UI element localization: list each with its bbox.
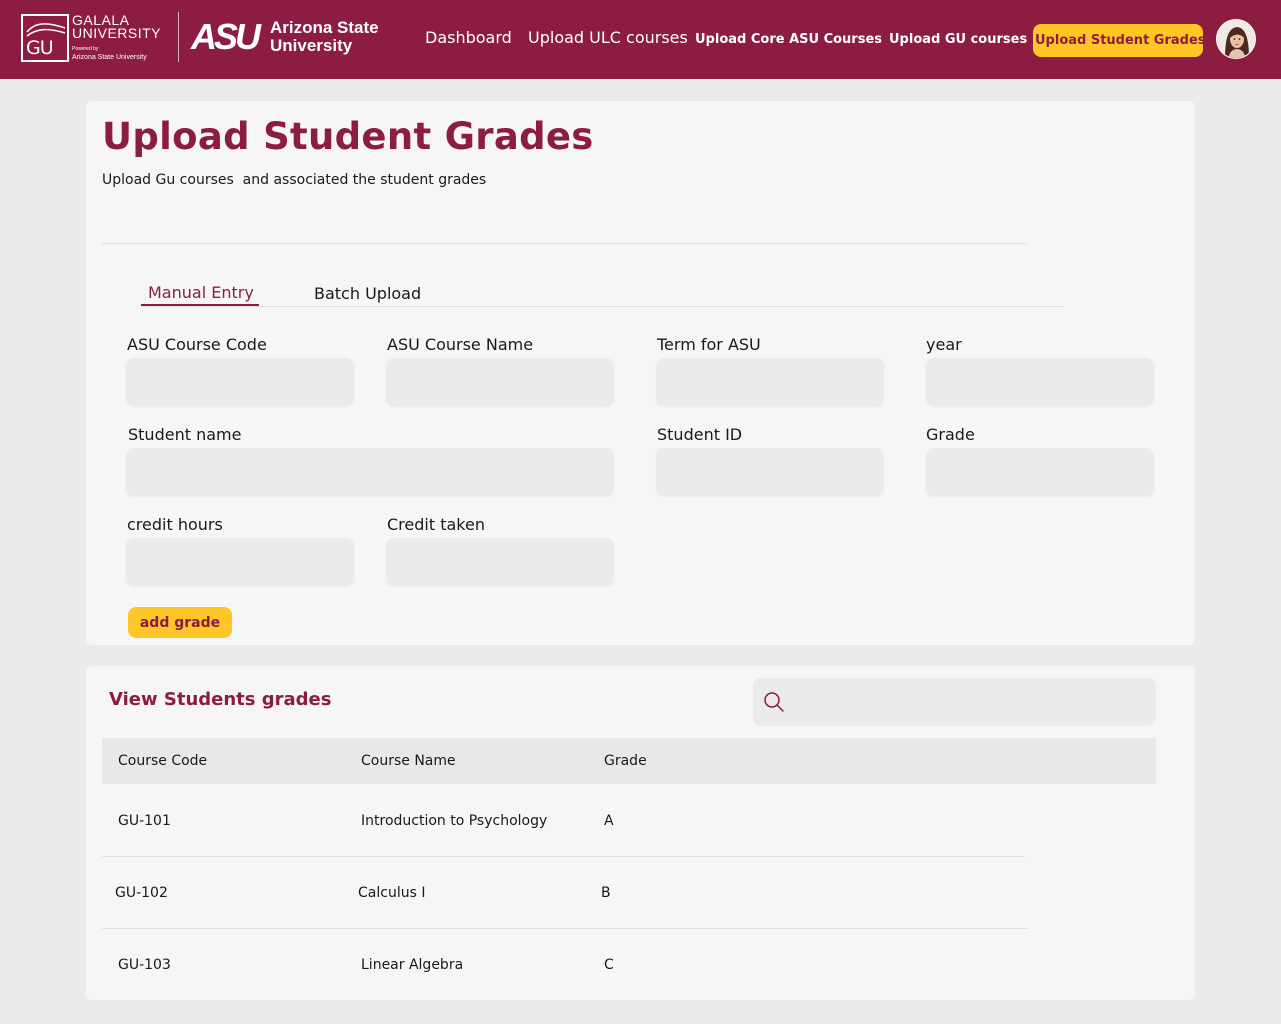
student-id-label: Student ID — [657, 425, 743, 444]
cell-course-code: GU-101 — [118, 813, 171, 829]
asu-mark: ASU — [191, 16, 261, 57]
student-name-label: Student name — [128, 425, 242, 444]
tabs-divider — [141, 306, 1063, 307]
tab-manual-entry[interactable]: Manual Entry — [148, 283, 254, 302]
asu-name-line1: Arizona State — [270, 18, 379, 37]
asu-course-code-label: ASU Course Code — [127, 335, 267, 354]
credit-hours-label: credit hours — [127, 515, 223, 534]
column-header-course-name[interactable]: Course Name — [361, 753, 456, 769]
add-grade-button[interactable]: add grade — [128, 607, 232, 638]
upload-grades-card: Upload Student Grades Upload Gu courses … — [86, 101, 1195, 645]
column-header-grade[interactable]: Grade — [604, 753, 647, 769]
grades-table-header: Course Code Course Name Grade — [102, 738, 1156, 784]
student-id-input[interactable] — [656, 448, 884, 496]
year-label: year — [926, 335, 962, 354]
search-icon[interactable] — [763, 691, 785, 713]
cell-grade: C — [604, 957, 614, 973]
user-avatar[interactable] — [1216, 19, 1256, 59]
credit-taken-input[interactable] — [386, 538, 614, 586]
credit-hours-input[interactable] — [126, 538, 354, 586]
grade-input[interactable] — [926, 448, 1154, 496]
grades-search-input[interactable] — [793, 678, 1148, 726]
page-subtitle: Upload Gu courses and associated the stu… — [102, 172, 487, 188]
page-title: Upload Student Grades — [102, 115, 594, 158]
year-input[interactable] — [926, 358, 1154, 406]
cell-course-name: Calculus I — [358, 885, 426, 901]
row-divider — [102, 856, 1025, 857]
cell-course-code: GU-102 — [115, 885, 168, 901]
nav-dashboard[interactable]: Dashboard — [425, 28, 512, 47]
cell-grade: B — [601, 885, 611, 901]
asu-course-name-label: ASU Course Name — [387, 335, 534, 354]
asu-name-line2: University — [270, 36, 353, 55]
galala-university-logo[interactable]: GU GALALA UNIVERSITY Powered by Arizona … — [21, 13, 167, 64]
top-navbar: GU GALALA UNIVERSITY Powered by Arizona … — [0, 0, 1281, 79]
gu-letters: GU — [26, 37, 54, 59]
asu-course-code-input[interactable] — [126, 358, 354, 406]
section-divider — [102, 243, 1027, 244]
user-portrait-icon — [1217, 20, 1255, 58]
term-for-asu-label: Term for ASU — [657, 335, 761, 354]
nav-upload-gu-courses[interactable]: Upload GU courses — [889, 32, 1027, 47]
cell-course-name: Introduction to Psychology — [361, 813, 548, 829]
nav-upload-student-grades[interactable]: Upload Student Grades — [1033, 24, 1206, 57]
tab-batch-upload[interactable]: Batch Upload — [314, 284, 421, 303]
student-name-input[interactable] — [126, 448, 614, 496]
asu-course-name-input[interactable] — [386, 358, 614, 406]
term-for-asu-input[interactable] — [656, 358, 884, 406]
nav-upload-ulc-courses[interactable]: Upload ULC courses — [528, 28, 688, 47]
view-grades-title: View Students grades — [109, 689, 332, 710]
nav-upload-core-asu-courses[interactable]: Upload Core ASU Courses — [695, 32, 882, 47]
cell-course-name: Linear Algebra — [361, 957, 464, 973]
column-header-course-code[interactable]: Course Code — [118, 753, 207, 769]
gu-powered-asu: Arizona State University — [72, 54, 147, 61]
logo-divider — [178, 12, 179, 62]
cell-grade: A — [604, 813, 614, 829]
row-divider — [102, 928, 1028, 929]
asu-wordmark: Arizona State University — [270, 19, 379, 55]
grade-label: Grade — [926, 425, 975, 444]
gu-name-line2: UNIVERSITY — [72, 25, 162, 41]
gu-powered-by: Powered by — [72, 46, 99, 52]
grades-search-box[interactable] — [753, 678, 1156, 726]
gu-emblem: GU — [21, 14, 69, 62]
credit-taken-label: Credit taken — [387, 515, 485, 534]
view-grades-card: View Students grades Course Code Course … — [86, 666, 1195, 1000]
cell-course-code: GU-103 — [118, 957, 171, 973]
gu-name: GALALA UNIVERSITY — [72, 13, 162, 41]
